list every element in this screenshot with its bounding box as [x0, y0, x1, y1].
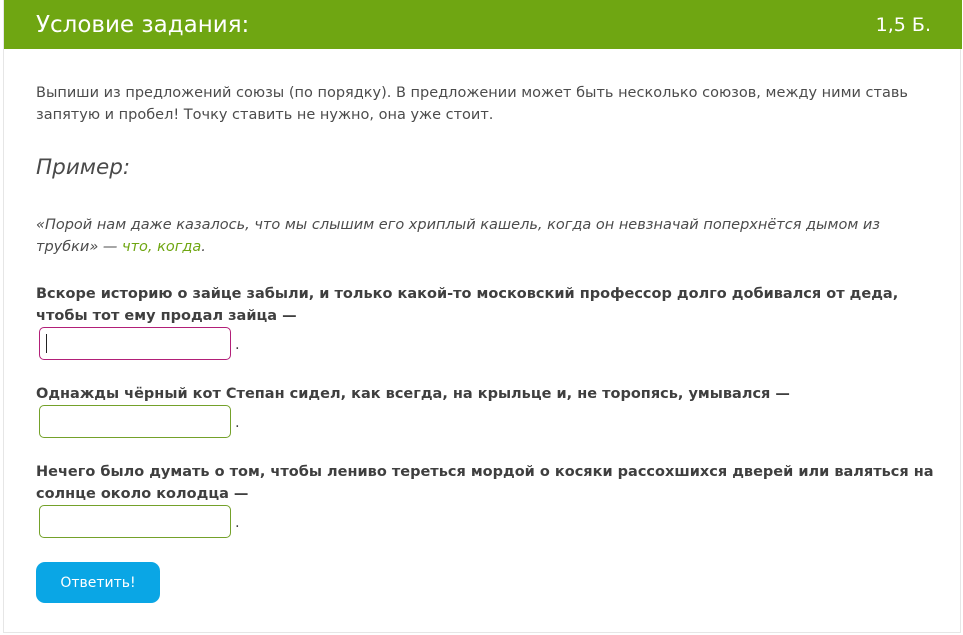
- task-card: Условие задания: 1,5 Б. Выпиши из предло…: [3, 0, 962, 633]
- answer-input-2[interactable]: [39, 405, 231, 438]
- task-header: Условие задания: 1,5 Б.: [4, 0, 962, 49]
- task-sentence-2: Однажды чёрный кот Степан сидел, как все…: [36, 386, 790, 402]
- answer-suffix-2: .: [235, 415, 240, 431]
- task-sentence-3: Нечего было думать о том, чтобы лениво т…: [36, 464, 934, 502]
- task-title: Условие задания:: [36, 12, 250, 38]
- example-answer: что, когда: [122, 239, 202, 255]
- answer-suffix-1: .: [235, 337, 240, 353]
- task-instruction: Выпиши из предложений союзы (по порядку)…: [36, 85, 908, 123]
- answer-suffix-3: .: [235, 515, 240, 531]
- task-points: 1,5 Б.: [875, 14, 931, 36]
- task-sentence-1: Вскоре историю о зайце забыли, и только …: [36, 286, 899, 324]
- example-text: «Порой нам даже казалось, что мы слышим …: [36, 214, 936, 258]
- example-heading: Пример:: [36, 155, 131, 180]
- example-end: .: [201, 239, 206, 255]
- answer-input-3[interactable]: [39, 505, 231, 538]
- answer-input-1[interactable]: [39, 327, 231, 360]
- text-cursor: [46, 334, 47, 353]
- submit-button[interactable]: Ответить!: [36, 562, 160, 603]
